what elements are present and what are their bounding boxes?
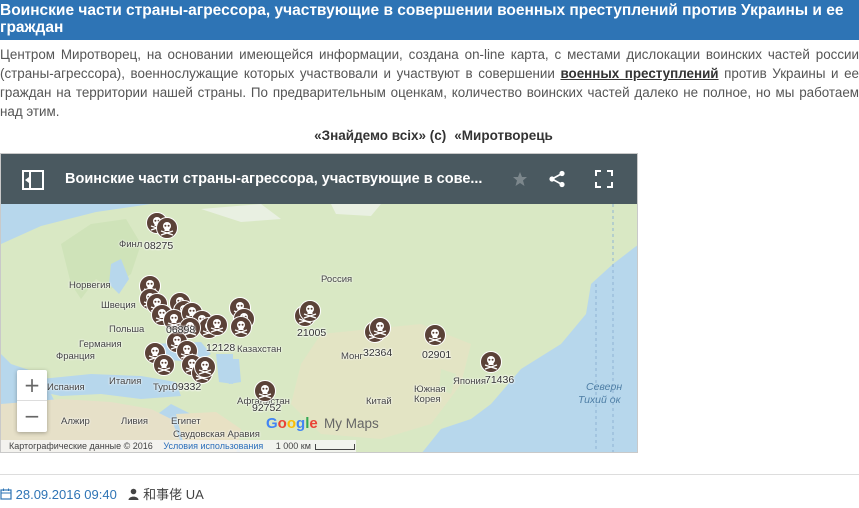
label-france: Франция — [56, 351, 95, 362]
terms-link[interactable]: Условия использования — [163, 441, 263, 451]
share-icon[interactable] — [548, 170, 566, 193]
label-norway: Норвегия — [69, 280, 111, 291]
label-russia: Россия — [321, 274, 353, 285]
embedded-map[interactable]: Воинские части страны-агрессора, участву… — [0, 153, 638, 453]
map-title: Воинские части страны-агрессора, участву… — [65, 171, 483, 187]
slogan-part-1: «Знайдемо всіх» (с) — [314, 128, 447, 143]
marker-label: 12128 — [206, 342, 236, 354]
label-south-korea: Южная Корея — [414, 384, 446, 405]
skull-marker-icon[interactable] — [153, 354, 175, 376]
slogan: «Знайдемо всіх» (с) «Миротворець — [0, 128, 859, 143]
label-libya: Ливия — [121, 416, 149, 427]
skull-marker-icon[interactable] — [424, 324, 446, 346]
marker-label: 32364 — [363, 347, 393, 359]
label-finland: Финл — [119, 239, 143, 250]
label-saudi: Саудовская Аравия — [173, 429, 260, 440]
label-poland: Польша — [109, 324, 145, 335]
label-spain: Испания — [47, 382, 85, 393]
marker-label: 09332 — [172, 381, 202, 393]
label-algeria: Алжир — [61, 416, 90, 427]
divider — [0, 474, 859, 475]
skull-marker-icon[interactable] — [254, 380, 276, 402]
skull-marker-icon[interactable] — [299, 300, 321, 322]
user-icon — [128, 487, 143, 502]
label-italy: Италия — [109, 376, 142, 387]
label-mongolia: Монг — [341, 351, 364, 362]
map-header: Воинские части страны-агрессора, участву… — [1, 154, 637, 204]
star-icon[interactable] — [512, 171, 528, 192]
zoom-out-button[interactable]: − — [17, 401, 47, 432]
scale-bar — [314, 443, 355, 450]
map-canvas[interactable]: Финл Норвегия Швеция Польша Германия Фра… — [1, 204, 637, 452]
label-pacific: Тихий ок — [578, 394, 621, 406]
article-intro: Центром Миротворец, на основании имеющей… — [0, 45, 859, 121]
zoom-in-button[interactable]: + — [17, 370, 47, 401]
zoom-control: + − — [17, 370, 47, 432]
label-china: Китай — [366, 396, 392, 407]
slogan-part-2: «Миротворець — [454, 128, 553, 143]
attribution-text: Картографические данные © 2016 — [9, 441, 153, 451]
marker-label: 06898 — [166, 324, 196, 336]
marker-label: 08275 — [144, 240, 174, 252]
sidebar-toggle-icon[interactable] — [21, 169, 45, 196]
skull-marker-icon[interactable] — [369, 317, 391, 339]
map-attribution: Картографические данные © 2016 Условия и… — [1, 440, 356, 452]
skull-marker-icon[interactable] — [156, 217, 178, 239]
label-sweden: Швеция — [101, 300, 136, 311]
author-name: 和事佬 UA — [143, 487, 204, 502]
author[interactable]: 和事佬 UA — [128, 487, 204, 502]
marker-label: 92752 — [252, 402, 282, 414]
skull-marker-icon[interactable] — [194, 356, 216, 378]
post-meta: 28.09.2016 09:40 和事佬 UA — [0, 484, 204, 503]
label-north-pacific: Северн — [586, 381, 623, 393]
label-japan: Япония — [453, 376, 486, 387]
mymaps-logo: My Maps — [324, 416, 379, 431]
label-turkey: Турц — [153, 382, 174, 393]
war-crimes-link[interactable]: военных преступлений — [560, 66, 718, 81]
fullscreen-icon[interactable] — [595, 170, 613, 193]
google-logo: Google — [266, 415, 318, 432]
article-title: Воинские части страны-агрессора, участву… — [0, 0, 859, 40]
skull-marker-icon[interactable] — [206, 314, 228, 336]
marker-label: 21005 — [297, 327, 327, 339]
calendar-icon — [0, 487, 16, 502]
label-egypt: Египет — [171, 416, 201, 427]
scale-label: 1 000 км — [275, 441, 311, 451]
marker-label: 71436 — [485, 374, 515, 386]
post-date: 28.09.2016 09:40 — [15, 487, 117, 502]
label-germany: Германия — [79, 339, 122, 350]
skull-marker-icon[interactable] — [480, 351, 502, 373]
skull-marker-icon[interactable] — [230, 316, 252, 338]
label-kazakhstan: Казахстан — [237, 344, 282, 355]
marker-label: 02901 — [422, 349, 452, 361]
